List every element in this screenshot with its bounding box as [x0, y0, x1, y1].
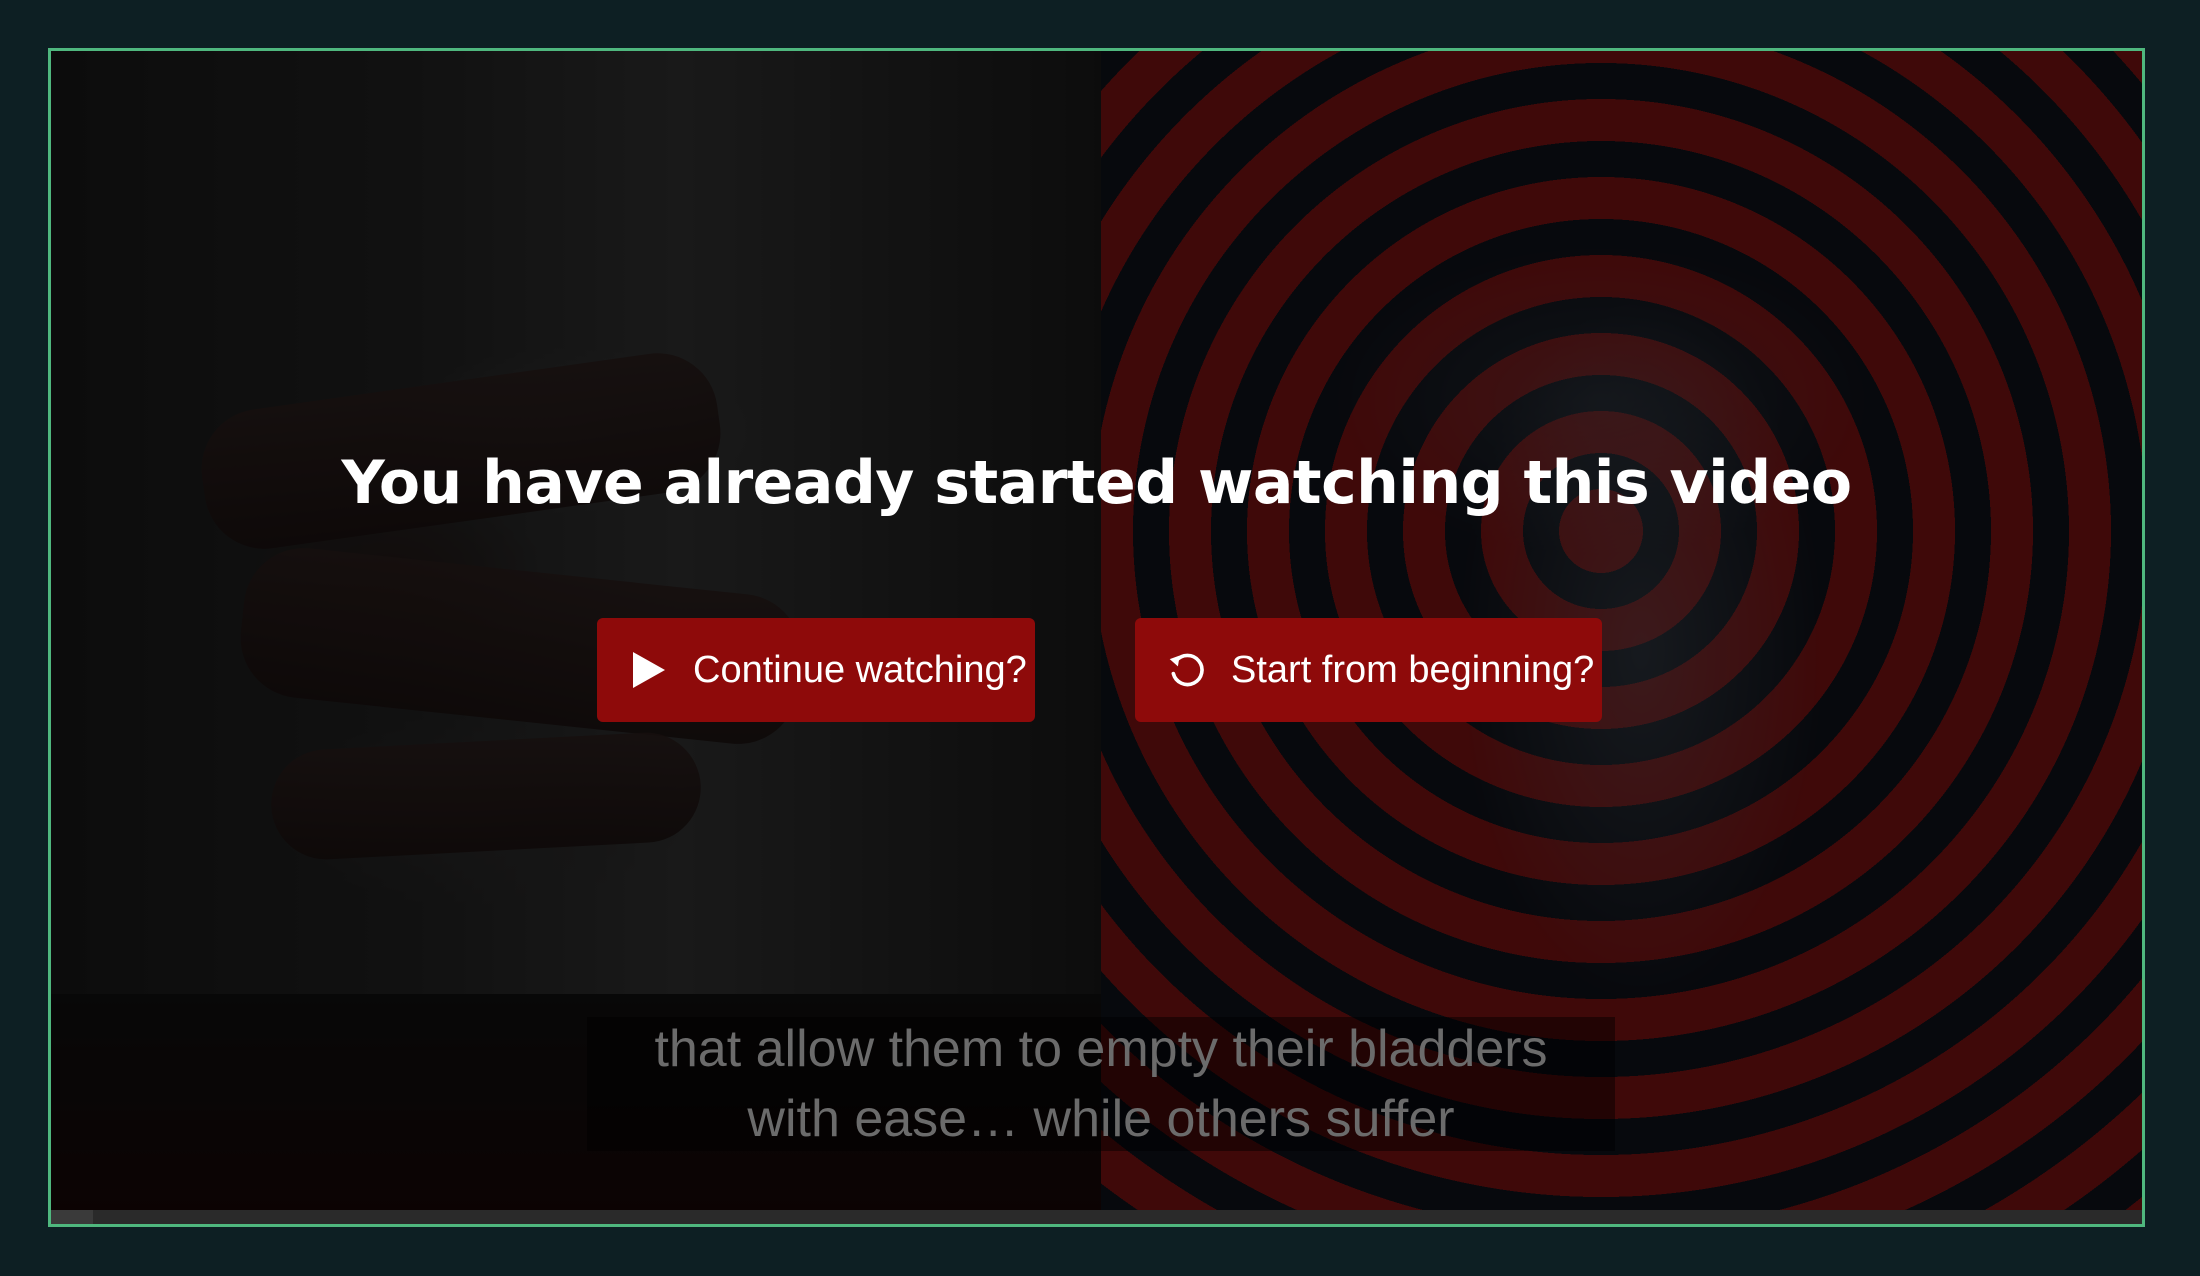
resume-dialog: You have already started watching this v…: [51, 51, 2142, 1224]
start-from-beginning-label: Start from beginning?: [1231, 648, 1595, 691]
continue-watching-label: Continue watching?: [693, 648, 1027, 691]
play-icon: [629, 648, 669, 692]
resume-title: You have already started watching this v…: [341, 448, 1852, 518]
restart-icon: [1167, 648, 1207, 692]
video-player[interactable]: that allow them to empty their bladders …: [48, 48, 2145, 1227]
continue-watching-button[interactable]: Continue watching?: [597, 618, 1035, 722]
start-from-beginning-button[interactable]: Start from beginning?: [1135, 618, 1602, 722]
